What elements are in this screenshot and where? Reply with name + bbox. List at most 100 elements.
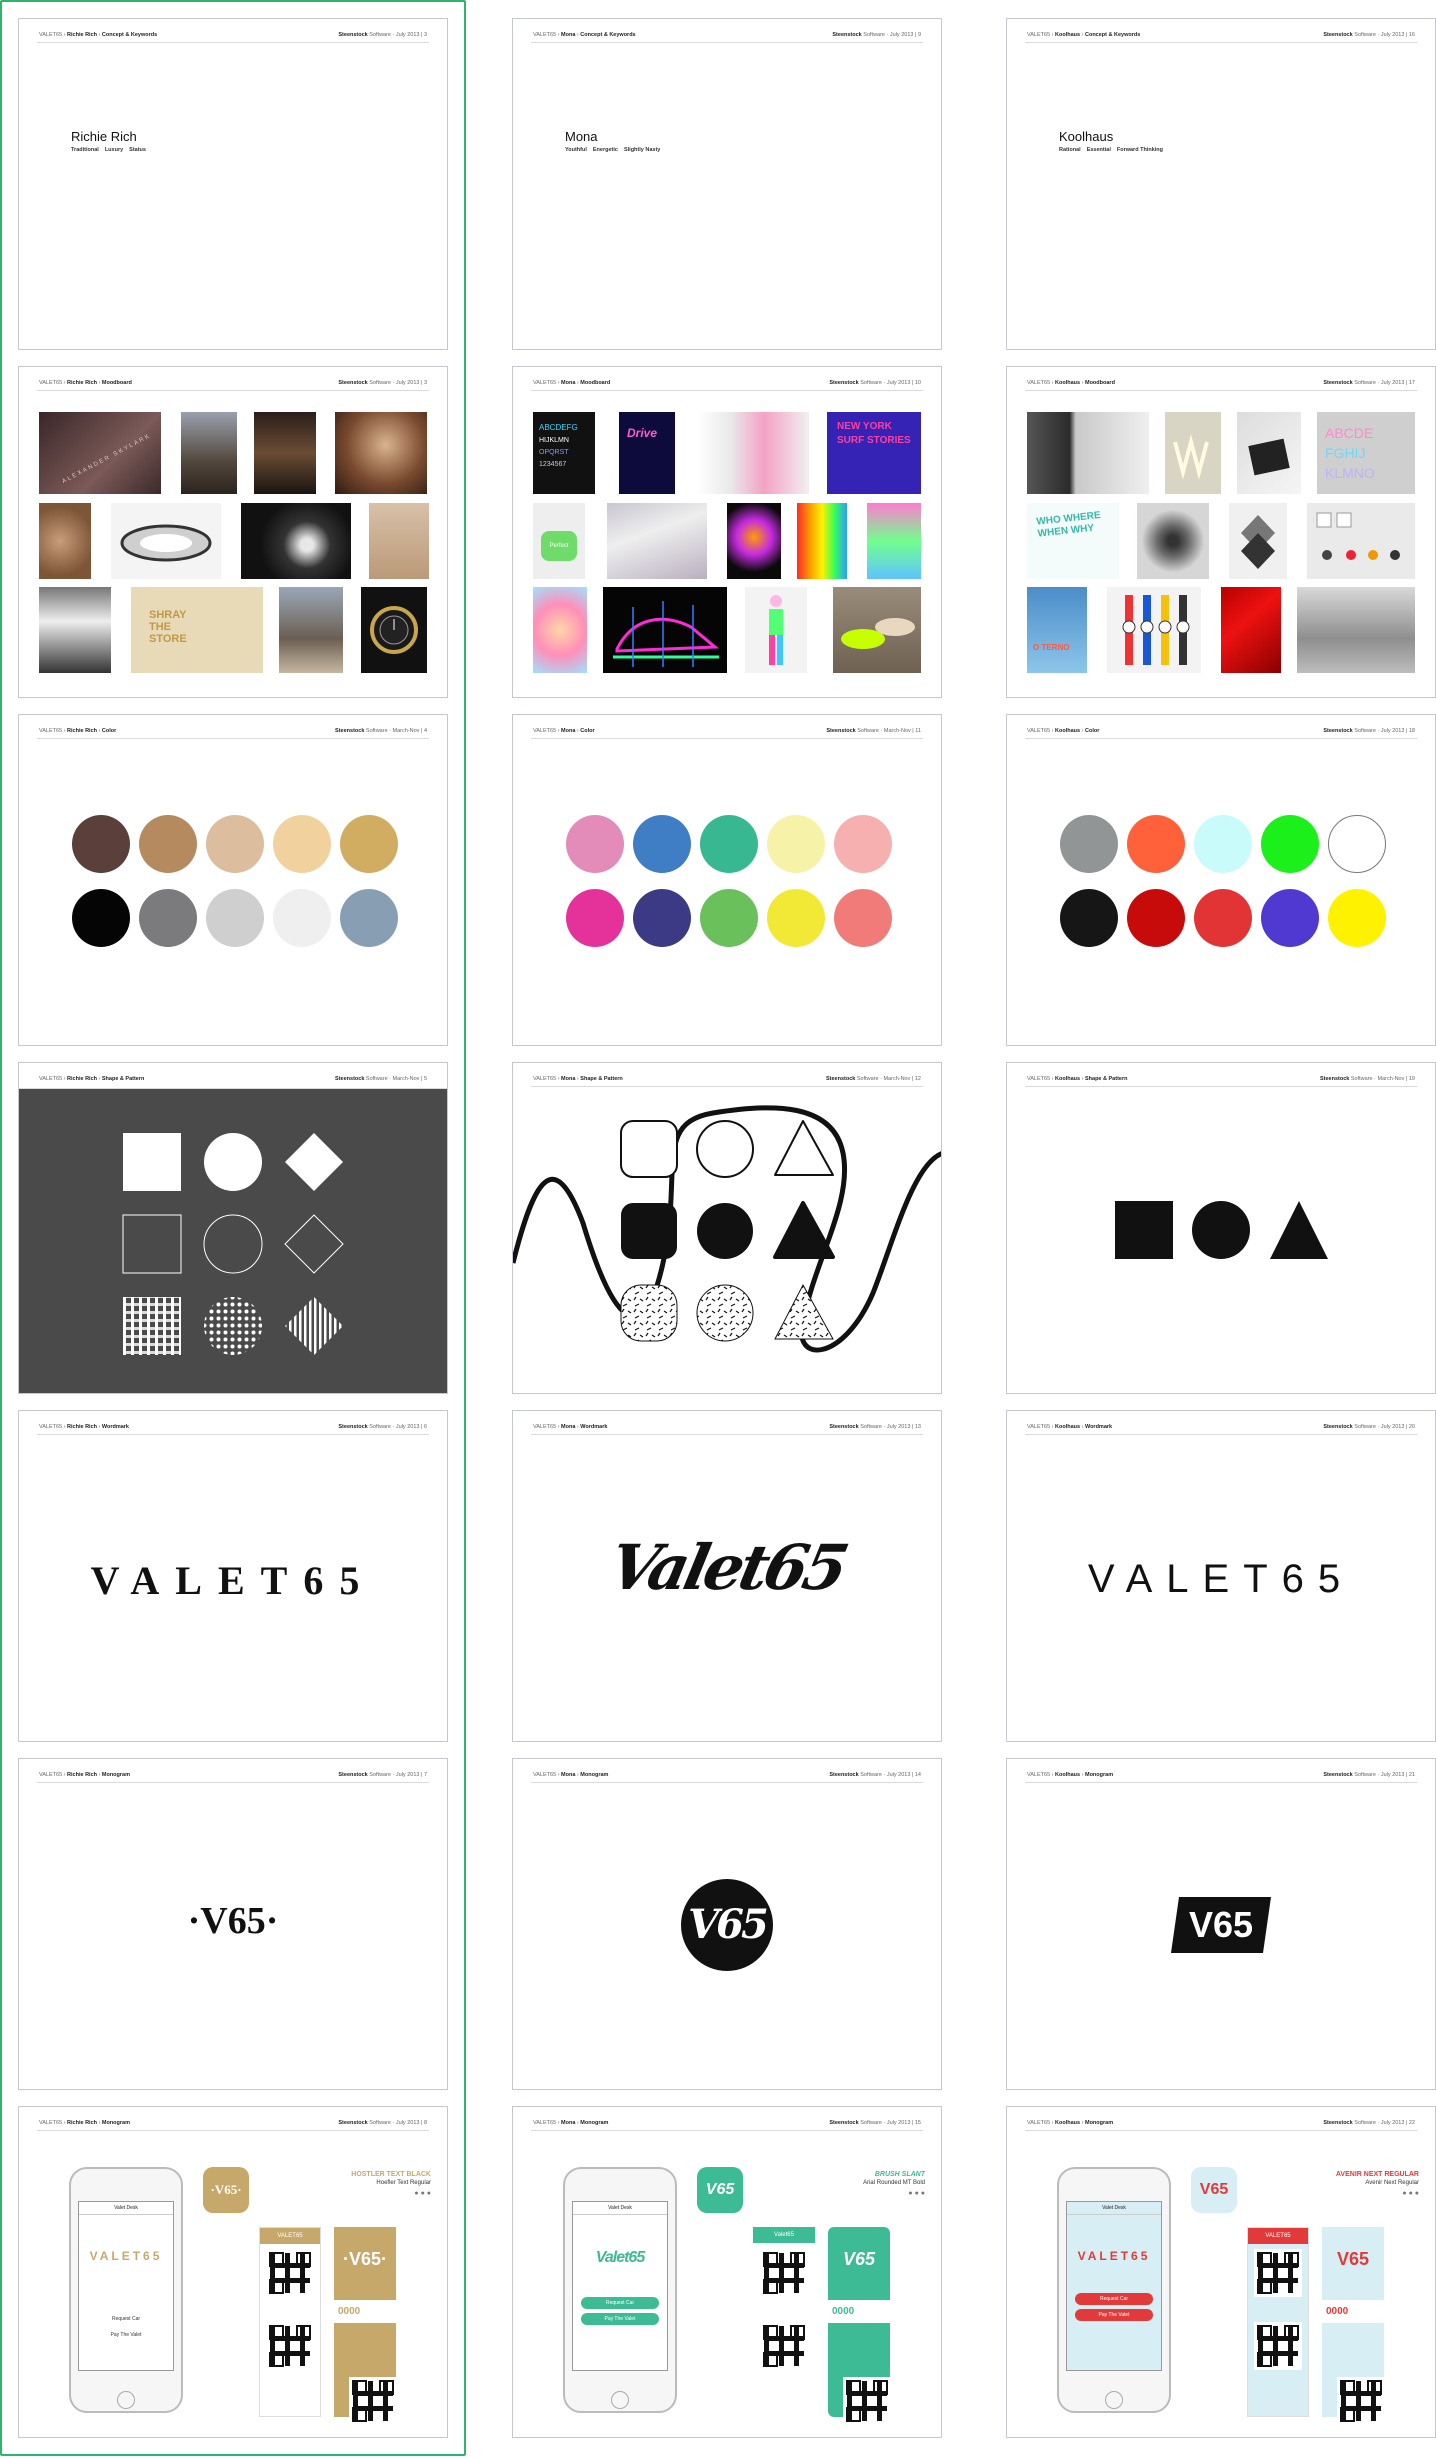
color-swatch [633, 889, 691, 947]
mood-type-poster: ABCDEFG HIJKLMN OPQRST 1234567 [533, 412, 595, 494]
slide-richie-color[interactable]: VALET65 › Richie Rich › Color Steenstock … [18, 714, 448, 1046]
slide-header-left: VALET65 › Richie Rich › Monogram [39, 1772, 130, 1778]
slide-header-right: Steenstock Software · July 2013 | 17 [1323, 380, 1415, 386]
color-swatch [1060, 815, 1118, 873]
slide-richie-mockup[interactable]: VALET65 › Richie Rich › Monogram Steensto… [18, 2106, 448, 2438]
slide-header-right: Steenstock Software · March-Nov | 4 [335, 728, 427, 734]
request-car-button[interactable]: Request Car [87, 2313, 165, 2325]
slide-mona-wordmark[interactable]: VALET65 › Mona › Wordmark Steenstock Soft… [512, 1410, 942, 1742]
slide-koolhaus-moodboard[interactable]: VALET65 › Koolhaus › Moodboard Steenstock… [1006, 366, 1436, 698]
slide-header-left: VALET65 › Koolhaus › Color [1027, 728, 1100, 734]
app-icon: ·V65· [203, 2167, 249, 2213]
qr-code-small [1337, 2377, 1385, 2425]
concept-title: Richie Rich [71, 129, 137, 144]
slide-header-right: Steenstock Software · July 2013 | 6 [338, 1424, 427, 1430]
svg-text:ABCDEFG: ABCDEFG [539, 423, 578, 432]
type-heading: AVENIR NEXT REGULAR [1335, 2171, 1419, 2178]
slide-richie-moodboard[interactable]: VALET65 › Richie Rich › Moodboard Steenst… [18, 366, 448, 698]
slide-mona-shape[interactable]: VALET65 › Mona › Shape & Pattern Steensto… [512, 1062, 942, 1394]
slide-koolhaus-color[interactable]: VALET65 › Koolhaus › Color Steenstock Sof… [1006, 714, 1436, 1046]
slide-koolhaus-wordmark[interactable]: VALET65 › Koolhaus › Wordmark Steenstock … [1006, 1410, 1436, 1742]
color-swatch [72, 815, 130, 873]
slide-header-left: VALET65 › Koolhaus › Monogram [1027, 2120, 1114, 2126]
color-swatch [700, 815, 758, 873]
pay-valet-button[interactable]: Pay The Valet [581, 2313, 659, 2325]
svg-text:ABCDE: ABCDE [1325, 425, 1373, 441]
phone-mockup: Valet Desk VALET65 Request Car Pay The V… [69, 2167, 183, 2413]
slide-koolhaus-concept[interactable]: VALET65 › Koolhaus › Concept & Keywords S… [1006, 18, 1436, 350]
concept-keywords: Rational Essential Forward Thinking [1059, 147, 1163, 153]
slide-koolhaus-monogram[interactable]: VALET65 › Koolhaus › Monogram Steenstock … [1006, 1758, 1436, 2090]
svg-text:HIJKLMN: HIJKLMN [539, 437, 569, 444]
yacht-shape [120, 524, 212, 562]
slide-header-left: VALET65 › Richie Rich › Shape & Pattern [39, 1076, 145, 1082]
slide-richie-monogram[interactable]: VALET65 › Richie Rich › Monogram Steensto… [18, 1758, 448, 2090]
slide-mona-mockup[interactable]: VALET65 › Mona › Monogram Steenstock Soft… [512, 2106, 942, 2438]
watch-dial [370, 606, 418, 654]
color-swatch [72, 889, 130, 947]
slide-header-right: Steenstock Software · July 2013 | 14 [829, 1772, 921, 1778]
mood-neon-face [727, 503, 781, 579]
slide-mona-concept[interactable]: VALET65 › Mona › Concept & Keywords Steen… [512, 18, 942, 350]
slide-header: VALET65 › Koolhaus › Monogram Steenstock … [1025, 2119, 1417, 2131]
request-car-button[interactable]: Request Car [581, 2297, 659, 2309]
qr-code-2 [1254, 2322, 1302, 2370]
monogram: V65 [513, 1879, 941, 1971]
mood-office-photo [1027, 412, 1149, 494]
mood-watch-face [369, 503, 429, 579]
qr-code-small [349, 2377, 397, 2425]
color-swatch [1261, 889, 1319, 947]
svg-text:1234567: 1234567 [539, 461, 566, 468]
color-swatch [1060, 889, 1118, 947]
type-heading: HOSTLER TEXT BLACK [351, 2171, 431, 2178]
slide-mona-moodboard[interactable]: VALET65 › Mona › Moodboard Steenstock Sof… [512, 366, 942, 698]
mood-stone-photo [1137, 503, 1209, 579]
mood-drive-poster: Drive [619, 412, 675, 494]
slide-koolhaus-shape[interactable]: VALET65 › Koolhaus › Shape & Pattern Stee… [1006, 1062, 1436, 1394]
pay-valet-button[interactable]: Pay The Valet [1075, 2309, 1153, 2321]
speaker [1248, 438, 1290, 476]
slide-header-right: Steenstock Software · July 2013 | 21 [1323, 1772, 1415, 1778]
mood-bw-portrait [39, 587, 111, 673]
concept-title: Mona [565, 129, 598, 144]
color-swatch [1127, 889, 1185, 947]
monogram: ·V65· [19, 1899, 447, 1943]
mood-business-card: ALEXANDER SKYLARK [39, 412, 161, 494]
mood-fashion-photo [607, 503, 707, 579]
slide-mona-color[interactable]: VALET65 › Mona › Color Steenstock Softwar… [512, 714, 942, 1046]
slide-header: VALET65 › Koolhaus › Monogram Steenstock … [1025, 1771, 1417, 1783]
wordmark-text: VALET65 [90, 1558, 376, 1603]
mood-oterno-poster: O TERNO [1027, 587, 1087, 673]
slide-richie-wordmark[interactable]: VALET65 › Richie Rich › Wordmark Steensto… [18, 1410, 448, 1742]
color-swatch [767, 889, 825, 947]
request-car-button[interactable]: Request Car [1075, 2293, 1153, 2305]
type-sub: Arial Rounded MT Bold [863, 2180, 925, 2186]
mood-gradient-box [867, 503, 921, 579]
qr-code-1 [760, 2249, 808, 2297]
slide-mona-monogram[interactable]: VALET65 › Mona › Monogram Steenstock Soft… [512, 1758, 942, 2090]
home-button-icon [1105, 2391, 1123, 2409]
oterno-text: O TERNO [1033, 643, 1070, 652]
slide-richie-shape[interactable]: VALET65 › Richie Rich › Shape & Pattern S… [18, 1062, 448, 1394]
slide-header-right: Steenstock Software · July 2013 | 8 [338, 2120, 427, 2126]
type-spec: AVENIR NEXT REGULAR Avenir Next Regular ● … [1277, 2171, 1419, 2197]
slide-header-left: VALET65 › Koolhaus › Shape & Pattern [1027, 1076, 1128, 1082]
concept-block: Koolhaus Rational Essential Forward Thinkin… [1059, 129, 1169, 153]
color-swatch [1127, 815, 1185, 873]
color-swatch [1261, 815, 1319, 873]
mood-tote-bag: Perfect [533, 503, 585, 579]
qr-code [763, 2325, 805, 2367]
mood-neon-figure [745, 587, 807, 673]
pay-valet-button[interactable]: Pay The Valet [87, 2329, 165, 2341]
slide-richie-concept[interactable]: VALET65 › Richie Rich › Concept & Keywor… [18, 18, 448, 350]
qr-code [763, 2252, 805, 2294]
monogram-text: ·V65· [187, 1900, 279, 1942]
slide-header-right: Steenstock Software · July 2013 | 20 [1323, 1424, 1415, 1430]
slide-header-left: VALET65 › Koolhaus › Monogram [1027, 1772, 1114, 1778]
surf-text: NEW YORK SURF STORIES [837, 421, 911, 446]
color-swatch [139, 815, 197, 873]
slide-header-left: VALET65 › Richie Rich › Color [39, 728, 117, 734]
mood-watches-photo [1107, 587, 1201, 673]
slide-koolhaus-mockup[interactable]: VALET65 › Koolhaus › Monogram Steenstock … [1006, 2106, 1436, 2438]
color-swatch [273, 889, 331, 947]
